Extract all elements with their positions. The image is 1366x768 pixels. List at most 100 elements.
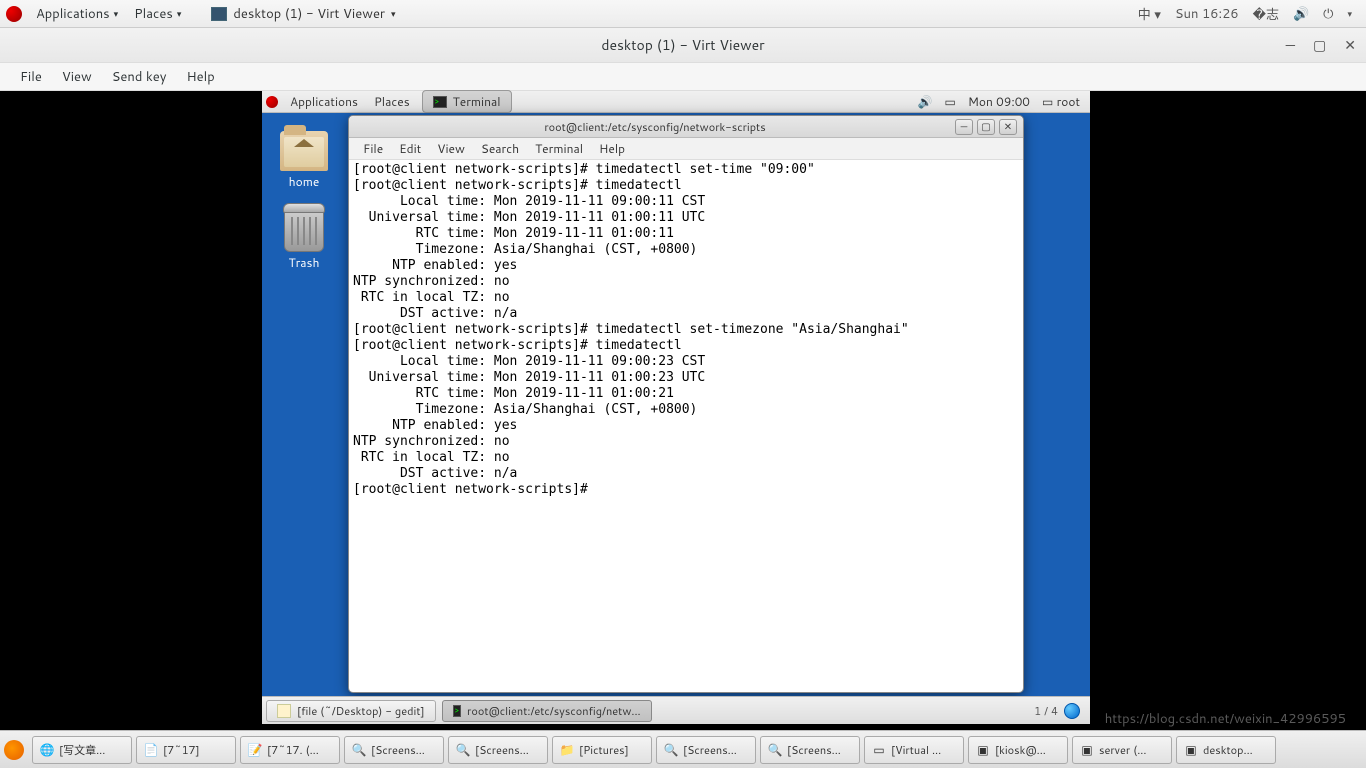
task-terminal-label: root@client:/etc/sysconfig/netw... [467,703,641,719]
inner-active-app-tab[interactable]: Terminal [422,90,512,113]
task-gedit[interactable]: [file (~/Desktop) - gedit] [266,700,436,722]
inner-panel-left: Applications Places Terminal [266,90,512,113]
dropdown-icon: ▾ [391,7,396,20]
task-app-icon: 📝 [247,742,263,758]
terminal-minimize-button[interactable]: — [955,119,973,135]
terminal-maximize-button[interactable]: ▢ [977,119,995,135]
terminal-title: root@client:/etc/sysconfig/network-scrip… [355,119,955,135]
outer-task-label: server (... [1099,742,1146,758]
outer-active-window-label: desktop (1) - Virt Viewer [233,5,385,23]
window-buttons: — ▢ ✕ [1286,35,1356,55]
outer-clock[interactable]: Sun 16:26 [1175,5,1239,23]
battery-icon[interactable]: ▭ [944,93,955,110]
outer-task-item[interactable]: ▣desktop... [1176,736,1276,764]
dropdown-icon: ▾ [114,7,119,20]
terminal-menu-search[interactable]: Search [473,140,527,157]
home-folder-icon[interactable]: home [280,131,328,190]
task-app-icon: 📄 [143,742,159,758]
terminal-close-button[interactable]: ✕ [999,119,1017,135]
outer-task-label: [Screens... [475,742,529,758]
terminal-menu-terminal[interactable]: Terminal [527,140,591,157]
dropdown-icon[interactable]: ▾ [1347,7,1352,20]
workspace-icon [1064,703,1080,719]
inner-places-menu[interactable]: Places [366,93,418,110]
volume-icon[interactable]: 🔊 [1293,5,1309,23]
terminal-menubar: File Edit View Search Terminal Help [349,138,1023,160]
guest-desktop[interactable]: Applications Places Terminal 🔊 ▭ Mon 09:… [262,91,1090,724]
virt-viewer-titlebar[interactable]: desktop (1) - Virt Viewer — ▢ ✕ [0,28,1366,63]
trash-label: Trash [280,254,328,271]
outer-task-label: [7~17] [163,742,200,758]
trash-icon-launcher[interactable]: Trash [280,208,328,271]
outer-top-panel: Applications ▾ Places ▾ desktop (1) - Vi… [0,0,1366,28]
outer-task-item[interactable]: 🔍[Screens... [656,736,756,764]
maximize-button[interactable]: ▢ [1313,35,1326,55]
terminal-icon [453,705,461,717]
outer-task-item[interactable]: ▣server (... [1072,736,1172,764]
terminal-window-buttons: — ▢ ✕ [955,119,1017,135]
outer-task-item[interactable]: ▣[kiosk@... [968,736,1068,764]
task-terminal[interactable]: root@client:/etc/sysconfig/netw... [442,700,652,722]
home-folder-label: home [280,173,328,190]
outer-bottom-panel: 🌐[写文章...📄[7~17]📝[7~17. (...🔍[Screens...🔍… [0,730,1366,768]
viewer-menu-help[interactable]: Help [176,68,224,86]
task-app-icon: 🔍 [351,742,367,758]
outer-task-item[interactable]: ▭[Virtual ... [864,736,964,764]
virt-viewer-icon [211,7,227,21]
terminal-menu-help[interactable]: Help [591,140,633,157]
terminal-menu-edit[interactable]: Edit [391,140,429,157]
outer-places-label: Places [134,5,173,23]
outer-panel-right: 中 ▾ Sun 16:26 �志 🔊 ⏻ ▾ [1138,4,1366,24]
inner-active-app-label: Terminal [453,93,501,110]
outer-panel-left: Applications ▾ Places ▾ desktop (1) - Vi… [0,0,396,28]
power-icon[interactable]: ⏻ [1323,5,1333,23]
task-app-icon: ▭ [871,742,887,758]
task-app-icon: 🔍 [663,742,679,758]
firefox-icon[interactable] [4,740,24,760]
outer-task-label: [Virtual ... [891,742,941,758]
dropdown-icon: ▾ [177,7,182,20]
outer-task-item[interactable]: 📁[Pictures] [552,736,652,764]
outer-task-label: [写文章... [59,742,105,758]
inner-applications-menu[interactable]: Applications [282,93,366,110]
viewer-menu-file[interactable]: File [10,68,52,86]
inner-clock[interactable]: Mon 09:00 [968,93,1030,110]
outer-task-item[interactable]: 🔍[Screens... [760,736,860,764]
outer-places-menu[interactable]: Places ▾ [128,0,187,28]
inner-panel-right: 🔊 ▭ Mon 09:00 ▭ root [918,93,1086,110]
redhat-icon [266,96,278,108]
user-indicator[interactable]: ▭ root [1042,93,1080,110]
outer-applications-menu[interactable]: Applications ▾ [30,0,124,28]
task-app-icon: 📁 [559,742,575,758]
outer-task-item[interactable]: 📝[7~17. (... [240,736,340,764]
virt-viewer-title: desktop (1) - Virt Viewer [601,35,764,55]
outer-task-item[interactable]: 🔍[Screens... [448,736,548,764]
terminal-menu-file[interactable]: File [355,140,391,157]
outer-task-label: [Screens... [683,742,737,758]
outer-task-label: [Screens... [787,742,841,758]
close-button[interactable]: ✕ [1344,35,1356,55]
inner-bottom-panel: [file (~/Desktop) - gedit] root@client:/… [262,696,1090,724]
outer-active-window-tab[interactable]: desktop (1) - Virt Viewer ▾ [211,5,395,23]
desktop-icons: home Trash [280,131,328,271]
inner-top-panel: Applications Places Terminal 🔊 ▭ Mon 09:… [262,91,1090,113]
task-app-icon: 🌐 [39,742,55,758]
outer-task-item[interactable]: 🔍[Screens... [344,736,444,764]
virt-viewer-menubar: File View Send key Help [0,63,1366,91]
viewer-menu-sendkey[interactable]: Send key [102,68,177,86]
minimize-button[interactable]: — [1286,35,1295,55]
terminal-output[interactable]: [root@client network-scripts]# timedatec… [349,160,1023,692]
task-app-icon: ▣ [975,742,991,758]
outer-task-item[interactable]: 🌐[写文章... [32,736,132,764]
outer-task-item[interactable]: 📄[7~17] [136,736,236,764]
outer-applications-label: Applications [36,5,110,23]
ime-indicator[interactable]: 中 ▾ [1138,4,1161,24]
workspace-switcher[interactable]: 1 / 4 [1034,703,1086,719]
viewer-menu-view[interactable]: View [52,68,102,86]
volume-icon[interactable]: 🔊 [918,93,933,110]
wifi-icon[interactable]: �志 [1253,4,1279,24]
terminal-menu-view[interactable]: View [429,140,473,157]
redhat-icon [6,6,22,22]
terminal-icon [433,96,447,108]
terminal-titlebar[interactable]: root@client:/etc/sysconfig/network-scrip… [349,116,1023,138]
